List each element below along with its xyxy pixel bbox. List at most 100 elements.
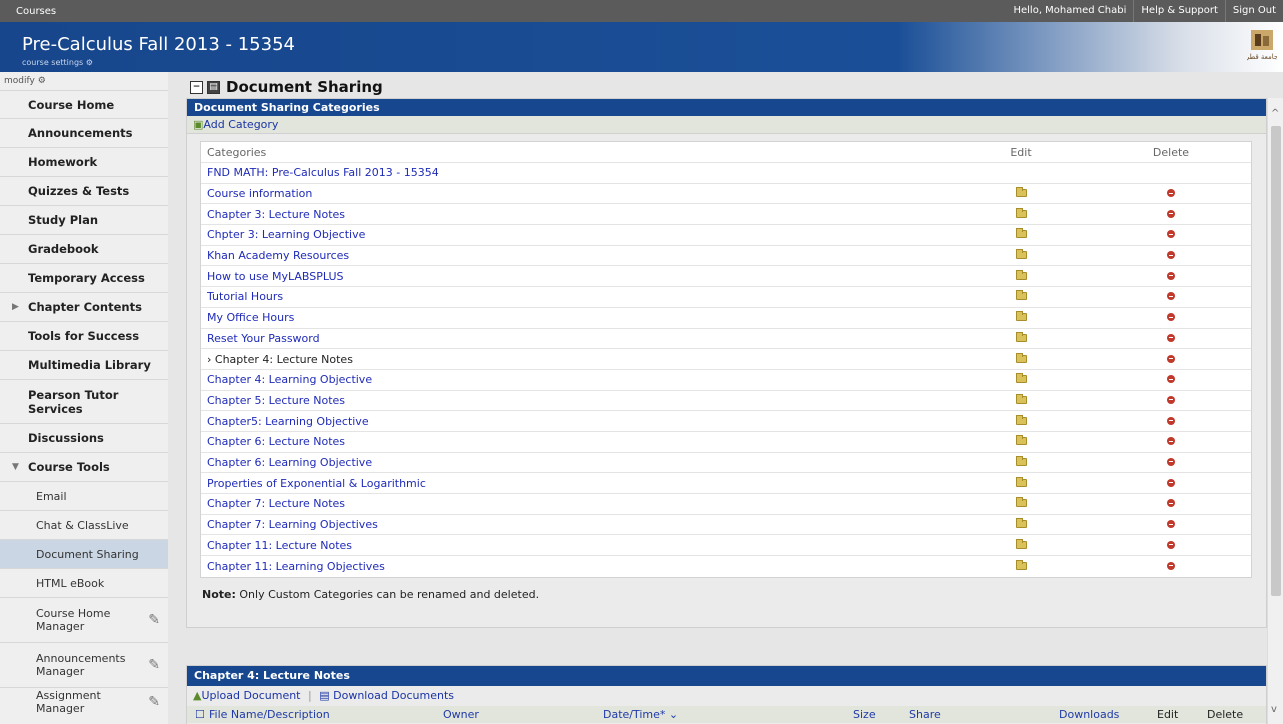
delete-icon[interactable] [1167,520,1175,529]
delete-icon[interactable] [1167,271,1175,280]
category-link[interactable]: Chapter 4: Learning Objective [201,373,931,386]
sidebar-item-html-ebook[interactable]: HTML eBook [0,568,168,597]
sidebar-item-study-plan[interactable]: Study Plan [0,205,168,234]
delete-icon[interactable] [1167,313,1175,322]
category-link[interactable]: Properties of Exponential & Logarithmic [201,477,931,490]
sidebar-item-email[interactable]: Email [0,481,168,510]
col-downloads[interactable]: Downloads [1059,708,1157,721]
pin-icon[interactable]: ✎ [148,694,160,710]
sidebar-item-pearson-tutor[interactable]: Pearson Tutor Services [0,379,168,423]
col-owner[interactable]: Owner [443,708,603,721]
category-link[interactable]: Tutorial Hours [201,290,931,303]
sidebar-item-course-home-manager[interactable]: Course Home Manager ✎ [0,597,168,642]
course-settings-link[interactable]: course settings ⚙ [22,58,93,67]
help-support-link[interactable]: Help & Support [1133,0,1224,22]
vertical-scrollbar[interactable]: ^ v [1267,98,1283,724]
category-link[interactable]: Chapter5: Learning Objective [201,415,931,428]
sidebar-item-chapter-contents[interactable]: ▶ Chapter Contents [0,292,168,321]
edit-folder-icon[interactable] [1015,249,1027,260]
delete-icon[interactable] [1167,354,1175,363]
sidebar-item-multimedia-library[interactable]: Multimedia Library [0,350,168,379]
delete-icon[interactable] [1167,416,1175,425]
upload-document-link[interactable]: ▲Upload Document [193,689,301,702]
sidebar-item-quizzes-tests[interactable]: Quizzes & Tests [0,176,168,205]
modify-link[interactable]: modify ⚙ [0,72,168,90]
delete-icon[interactable] [1167,230,1175,239]
sidebar-item-gradebook[interactable]: Gradebook [0,234,168,263]
edit-folder-icon[interactable] [1015,393,1027,404]
category-link[interactable]: Chapter 7: Learning Objectives [201,518,931,531]
category-link[interactable]: Chpter 3: Learning Objective [201,228,931,241]
sidebar-item-announcements-manager[interactable]: Announcements Manager ✎ [0,642,168,687]
category-link[interactable]: Chapter 3: Lecture Notes [201,208,931,221]
edit-folder-icon[interactable] [1015,538,1027,549]
delete-icon[interactable] [1167,395,1175,404]
edit-folder-icon[interactable] [1015,187,1027,198]
edit-folder-icon[interactable] [1015,269,1027,280]
sidebar-item-course-tools[interactable]: ▼ Course Tools [0,452,168,481]
scroll-thumb[interactable] [1271,126,1281,596]
scroll-down-icon[interactable]: v [1271,704,1277,715]
delete-icon[interactable] [1167,457,1175,466]
delete-icon[interactable] [1167,540,1175,549]
pin-icon[interactable]: ✎ [148,612,160,628]
edit-folder-icon[interactable] [1015,331,1027,342]
delete-icon[interactable] [1167,292,1175,301]
category-link[interactable]: Reset Your Password [201,332,931,345]
edit-folder-icon[interactable] [1015,455,1027,466]
add-category-link[interactable]: ▣Add Category [193,118,278,131]
category-link[interactable]: My Office Hours [201,311,931,324]
sign-out-link[interactable]: Sign Out [1224,0,1283,22]
sidebar-item-document-sharing[interactable]: Document Sharing [0,539,168,568]
category-link[interactable]: Chapter 6: Learning Objective [201,456,931,469]
edit-folder-icon[interactable] [1015,476,1027,487]
delete-icon[interactable] [1167,251,1175,260]
edit-folder-icon[interactable] [1015,352,1027,363]
edit-folder-icon[interactable] [1015,207,1027,218]
category-link[interactable]: Course information [201,187,931,200]
courses-link[interactable]: Courses [0,6,56,17]
sidebar-item-course-home[interactable]: Course Home [0,90,168,118]
edit-folder-icon[interactable] [1015,373,1027,384]
select-all-checkbox[interactable]: ☐ [187,708,205,721]
sidebar-item-assignment-manager[interactable]: Assignment Manager ✎ [0,687,168,716]
sidebar-item-announcements[interactable]: Announcements [0,118,168,147]
delete-icon[interactable] [1167,375,1175,384]
col-size[interactable]: Size [853,708,909,721]
sidebar-item-homework[interactable]: Homework [0,147,168,176]
collapse-icon[interactable]: − [190,80,203,94]
edit-folder-icon[interactable] [1015,311,1027,322]
delete-icon[interactable] [1167,333,1175,342]
category-link[interactable]: Chapter 5: Lecture Notes [201,394,931,407]
edit-folder-icon[interactable] [1015,228,1027,239]
edit-folder-icon[interactable] [1015,414,1027,425]
edit-folder-icon[interactable] [1015,290,1027,301]
col-file-name[interactable]: File Name/Description [203,708,443,721]
category-link[interactable]: How to use MyLABSPLUS [201,270,931,283]
col-date-time[interactable]: Date/Time* ⌄ [603,708,853,721]
category-link[interactable]: Chapter 6: Lecture Notes [201,435,931,448]
sidebar-item-temporary-access[interactable]: Temporary Access [0,263,168,292]
category-link[interactable]: Khan Academy Resources [201,249,931,262]
category-link[interactable]: › Chapter 4: Lecture Notes [201,353,931,366]
scroll-up-icon[interactable]: ^ [1271,108,1279,119]
delete-icon[interactable] [1167,499,1175,508]
pin-icon[interactable]: ✎ [148,657,160,673]
delete-icon[interactable] [1167,478,1175,487]
edit-folder-icon[interactable] [1015,435,1027,446]
category-link[interactable]: Chapter 7: Lecture Notes [201,497,931,510]
edit-folder-icon[interactable] [1015,518,1027,529]
sidebar-item-tools-for-success[interactable]: Tools for Success [0,321,168,350]
col-share[interactable]: Share [909,708,1059,721]
sidebar-item-chat-classlive[interactable]: Chat & ClassLive [0,510,168,539]
edit-folder-icon[interactable] [1015,559,1027,570]
category-link[interactable]: Chapter 11: Learning Objectives [201,560,931,573]
delete-icon[interactable] [1167,209,1175,218]
delete-icon[interactable] [1167,437,1175,446]
category-link[interactable]: FND MATH: Pre-Calculus Fall 2013 - 15354 [201,166,931,179]
sidebar-item-discussions[interactable]: Discussions [0,423,168,452]
delete-icon[interactable] [1167,561,1175,570]
edit-folder-icon[interactable] [1015,497,1027,508]
category-link[interactable]: Chapter 11: Lecture Notes [201,539,931,552]
download-documents-link[interactable]: ▤ Download Documents [319,689,454,702]
